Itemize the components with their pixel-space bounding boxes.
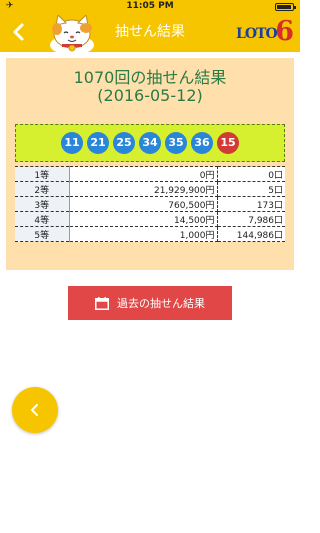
battery-icon	[275, 3, 296, 11]
past-results-label: 過去の抽せん結果	[117, 297, 205, 310]
table-row: 1等 0円 0口	[15, 166, 285, 182]
prize-rank: 4等	[15, 211, 70, 227]
prize-rank: 1等	[15, 166, 70, 182]
past-results-button[interactable]: 過去の抽せん結果	[68, 286, 232, 320]
prize-table: 1等 0円 0口 2等 21,929,900円 5口 3等 760,500円 1…	[15, 166, 285, 242]
prize-amount: 21,929,900円	[69, 181, 218, 197]
prize-amount: 0円	[69, 166, 218, 182]
number-ball: 25	[113, 132, 135, 154]
prize-amount: 14,500円	[69, 211, 218, 227]
table-row: 5等 1,000円 144,986口	[15, 226, 285, 242]
result-card: 1070回の抽せん結果 (2016-05-12) 11 21 25 34 35 …	[6, 58, 294, 270]
prize-count: 5口	[217, 181, 285, 197]
number-ball: 11	[61, 132, 83, 154]
table-row: 2等 21,929,900円 5口	[15, 181, 285, 197]
prize-amount: 760,500円	[69, 196, 218, 212]
number-ball: 21	[87, 132, 109, 154]
prize-rank: 5等	[15, 226, 70, 242]
logo-number: 6	[275, 16, 294, 47]
draw-title: 1070回の抽せん結果	[73, 68, 227, 87]
table-row: 4等 14,500円 7,986口	[15, 211, 285, 227]
number-ball: 34	[139, 132, 161, 154]
loto6-logo: LOTO 6	[236, 16, 294, 47]
table-row: 3等 760,500円 173口	[15, 196, 285, 212]
bonus-number-ball: 15	[217, 132, 239, 154]
calendar-icon	[95, 296, 109, 310]
prize-count: 144,986口	[217, 226, 285, 242]
prize-count: 0口	[217, 166, 285, 182]
winning-numbers: 11 21 25 34 35 36 15	[15, 124, 285, 162]
number-ball: 36	[191, 132, 213, 154]
number-ball: 35	[165, 132, 187, 154]
draw-date: (2016-05-12)	[97, 86, 203, 105]
battery-level	[277, 5, 291, 9]
prize-count: 173口	[217, 196, 285, 212]
prize-count: 7,986口	[217, 211, 285, 227]
status-bar: ✈ 11:05 PM	[0, 0, 300, 13]
prize-rank: 2等	[15, 181, 70, 197]
status-time: 11:05 PM	[126, 1, 174, 11]
floating-back-button[interactable]	[12, 387, 58, 433]
app-screen: ✈ 11:05 PM 抽せん結果 LOTO 6 1070回の抽せん結果 (201…	[0, 0, 300, 533]
prize-rank: 3等	[15, 196, 70, 212]
prize-amount: 1,000円	[69, 226, 218, 242]
logo-text: LOTO	[236, 26, 278, 42]
chevron-left-icon	[31, 404, 38, 416]
nav-bar: 抽せん結果 LOTO 6	[0, 13, 300, 53]
